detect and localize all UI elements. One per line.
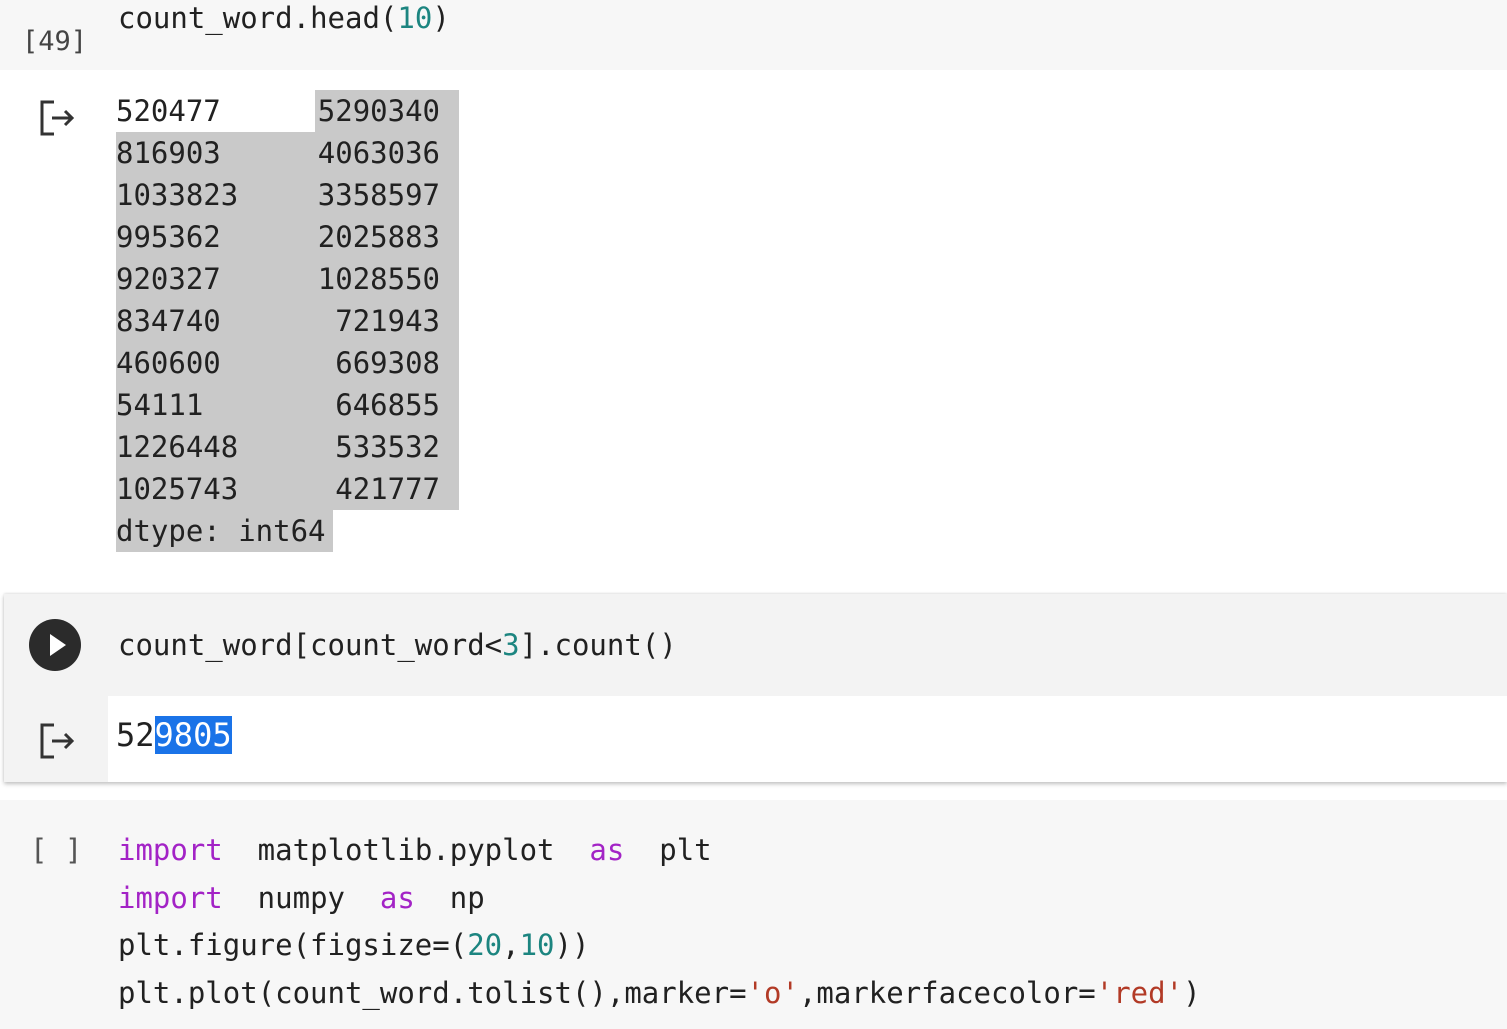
run-cell-button[interactable] bbox=[29, 619, 81, 671]
dtype-line: dtype: int64 bbox=[116, 510, 440, 552]
cell-output-area bbox=[108, 696, 1507, 782]
output-icon bbox=[40, 723, 75, 759]
code-token: ( bbox=[379, 1, 398, 35]
code-token: ) bbox=[432, 1, 450, 35]
series-index: 920327 bbox=[116, 262, 221, 296]
series-index: 995362 bbox=[116, 220, 221, 254]
series-row: 1226448 533532 bbox=[116, 426, 440, 468]
execution-count-empty[interactable]: [ ] bbox=[30, 833, 82, 867]
series-row: 520477 5290340 bbox=[116, 90, 440, 132]
series-value: 721943 bbox=[335, 304, 440, 338]
code-line[interactable]: plt.figure(figsize=(20,10)) bbox=[118, 931, 589, 960]
code-keyword: import bbox=[118, 833, 223, 867]
code-token: matplotlib.pyplot bbox=[222, 833, 590, 867]
series-row: 834740 721943 bbox=[116, 300, 440, 342]
series-index: 54111 bbox=[116, 388, 204, 422]
series-index: 1025743 bbox=[116, 472, 239, 506]
code-line[interactable]: import numpy as np bbox=[118, 884, 485, 913]
series-value: 2025883 bbox=[317, 220, 440, 254]
series-row: 1025743 421777 bbox=[116, 468, 440, 510]
code-number: 20 bbox=[467, 928, 503, 962]
series-index: 460600 bbox=[116, 346, 221, 380]
count-result: 529805 bbox=[116, 716, 232, 754]
code-line[interactable]: plt.plot(count_word.tolist(),marker='o',… bbox=[118, 979, 1201, 1008]
series-row: 460600 669308 bbox=[116, 342, 440, 384]
code-line[interactable]: count_word.head(10) bbox=[118, 4, 450, 33]
series-row: 1033823 3358597 bbox=[116, 174, 440, 216]
series-row: 816903 4063036 bbox=[116, 132, 440, 174]
code-token: ].count() bbox=[519, 628, 677, 662]
code-number: 3 bbox=[502, 628, 520, 662]
selected-text: 9805 bbox=[154, 716, 232, 754]
execution-count: [49] bbox=[22, 26, 88, 57]
output-icon bbox=[40, 100, 75, 136]
series-value: 4063036 bbox=[317, 136, 440, 170]
code-token: numpy bbox=[222, 881, 380, 915]
code-line[interactable]: count_word[count_word<3].count() bbox=[118, 631, 677, 660]
code-token: np bbox=[414, 881, 485, 915]
code-keyword: as bbox=[379, 881, 415, 915]
code-token: count_word[count_word< bbox=[118, 628, 503, 662]
code-token: head bbox=[310, 1, 380, 35]
series-row: 54111 646855 bbox=[116, 384, 440, 426]
code-token: plt bbox=[624, 833, 712, 867]
code-token: )) bbox=[554, 928, 590, 962]
dtype-text: dtype: int64 bbox=[116, 514, 326, 548]
code-token: ) bbox=[1183, 976, 1201, 1010]
code-token: ,markerfacecolor= bbox=[798, 976, 1096, 1010]
code-token: , bbox=[502, 928, 520, 962]
series-value: 5290340 bbox=[317, 94, 440, 128]
result-text: 52 bbox=[116, 716, 155, 754]
series-output: 520477 5290340 816903 4063036 1033823 33585… bbox=[116, 90, 440, 552]
code-token: plt.figure(figsize=( bbox=[118, 928, 468, 962]
series-value: 646855 bbox=[335, 388, 440, 422]
series-index: 520477 bbox=[116, 94, 221, 128]
code-keyword: import bbox=[118, 881, 223, 915]
code-keyword: as bbox=[589, 833, 625, 867]
series-value: 669308 bbox=[335, 346, 440, 380]
series-index: 1226448 bbox=[116, 430, 239, 464]
series-value: 421777 bbox=[335, 472, 440, 506]
series-row: 995362 2025883 bbox=[116, 216, 440, 258]
code-token: . bbox=[292, 1, 311, 35]
code-number: 10 bbox=[519, 928, 555, 962]
series-value: 533532 bbox=[335, 430, 440, 464]
code-token: count_word bbox=[118, 1, 293, 35]
series-value: 3358597 bbox=[317, 178, 440, 212]
series-value: 1028550 bbox=[317, 262, 440, 296]
series-row: 920327 1028550 bbox=[116, 258, 440, 300]
series-index: 816903 bbox=[116, 136, 221, 170]
code-string: 'o' bbox=[746, 976, 799, 1010]
code-line[interactable]: import matplotlib.pyplot as plt bbox=[118, 836, 712, 865]
code-string: 'red' bbox=[1095, 976, 1184, 1010]
series-index: 1033823 bbox=[116, 178, 239, 212]
series-index: 834740 bbox=[116, 304, 221, 338]
code-token: plt.plot(count_word.tolist(),marker= bbox=[118, 976, 747, 1010]
code-number: 10 bbox=[397, 1, 433, 35]
